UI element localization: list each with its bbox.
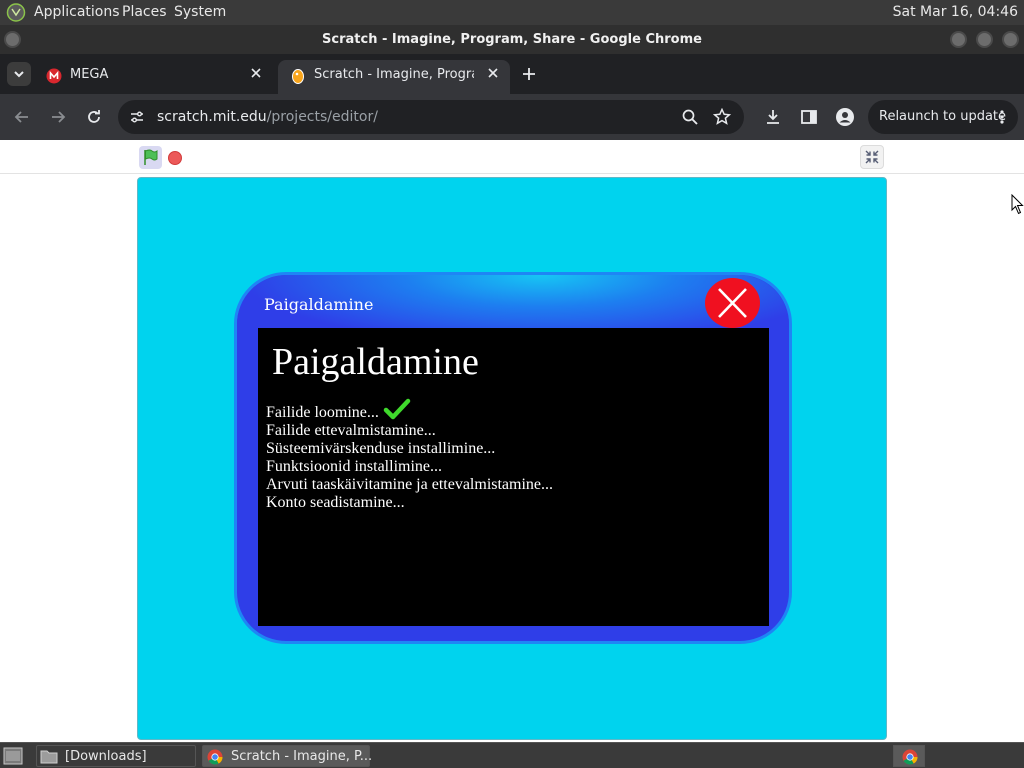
- green-flag-icon: [144, 149, 158, 165]
- folder-icon: [40, 750, 58, 764]
- profile-avatar-icon[interactable]: [835, 107, 855, 127]
- installer-dialog: Paigaldamine Paigaldamine Failide loomin…: [234, 272, 792, 644]
- bookmark-star-icon[interactable]: [713, 108, 731, 126]
- scratch-player-controls: [0, 140, 1024, 174]
- more-vertical-icon[interactable]: [1000, 110, 1004, 124]
- tab-label: MEGA: [70, 67, 109, 82]
- chevron-down-icon: [14, 71, 24, 78]
- list-item: Failide ettevalmistamine...: [266, 422, 436, 439]
- window-title: Scratch - Imagine, Program, Share - Goog…: [322, 32, 702, 47]
- scratch-icon: [292, 69, 304, 84]
- relaunch-to-update-button[interactable]: Relaunch to update: [868, 100, 1018, 134]
- content-heading: Paigaldamine: [272, 341, 479, 383]
- new-tab-plus-icon[interactable]: [519, 64, 539, 84]
- close-icon[interactable]: [486, 66, 500, 80]
- taskbar-item-label: Scratch - Imagine, P...: [231, 749, 373, 764]
- menu-system[interactable]: System: [174, 4, 226, 20]
- show-desktop-icon[interactable]: [3, 747, 23, 765]
- mouse-pointer-icon: [1011, 194, 1024, 215]
- side-panel-icon[interactable]: [799, 107, 819, 127]
- tab-scratch[interactable]: Scratch - Imagine, Program, Share: [278, 60, 510, 94]
- taskbar: [Downloads] Scratch - Imagine, P...: [0, 742, 1024, 768]
- site-settings-icon[interactable]: [129, 109, 145, 125]
- step-label: Failide loomine...: [266, 404, 379, 421]
- tab-label: Scratch - Imagine, Program, Share: [314, 67, 474, 82]
- back-arrow-icon[interactable]: [12, 107, 32, 127]
- menu-places[interactable]: Places: [122, 4, 167, 20]
- dialog-close-button[interactable]: [705, 278, 760, 328]
- url-host: scratch.mit.edu: [157, 109, 267, 125]
- dialog-content: Paigaldamine Failide loomine... Failide …: [258, 328, 769, 626]
- system-clock[interactable]: Sat Mar 16, 04:46: [893, 4, 1018, 20]
- tab-strip: MEGA Scratch - Imagine, Program, Share: [0, 54, 1024, 94]
- minimize-button[interactable]: [950, 31, 967, 48]
- reload-icon[interactable]: [84, 107, 104, 127]
- green-flag-button[interactable]: [139, 146, 162, 169]
- maximize-button[interactable]: [976, 31, 993, 48]
- close-icon[interactable]: [249, 66, 263, 80]
- checkmark-icon: [383, 398, 411, 420]
- list-item: Funktsioonid installimine...: [266, 458, 443, 475]
- scratch-stage[interactable]: Paigaldamine Paigaldamine Failide loomin…: [137, 177, 887, 740]
- taskbar-item-chrome[interactable]: Scratch - Imagine, P...: [202, 745, 373, 767]
- browser-toolbar: scratch.mit.edu/projects/editor/ Relaunc…: [0, 94, 1024, 140]
- tab-mega[interactable]: MEGA: [34, 60, 274, 94]
- list-item: Süsteemivärskenduse installimine...: [266, 440, 496, 457]
- download-icon[interactable]: [763, 107, 783, 127]
- taskbar-item-downloads[interactable]: [Downloads]: [36, 745, 196, 767]
- chrome-icon: [207, 749, 223, 765]
- shrink-arrows-icon: [865, 150, 879, 164]
- install-steps-list: Failide loomine... Failide ettevalmistam…: [266, 398, 553, 512]
- relaunch-label: Relaunch to update: [879, 109, 1007, 124]
- list-item: Arvuti taaskäivitamine ja ettevalmistami…: [266, 476, 554, 493]
- list-item: Failide loomine...: [266, 398, 553, 422]
- close-icon: [718, 288, 747, 318]
- tab-search-button[interactable]: [7, 62, 31, 86]
- address-bar[interactable]: scratch.mit.edu/projects/editor/: [118, 100, 744, 134]
- tray-chrome-launcher[interactable]: [893, 745, 925, 767]
- zoom-magnifier-icon[interactable]: [681, 108, 699, 126]
- chrome-icon: [902, 749, 918, 765]
- forward-arrow-icon[interactable]: [48, 107, 68, 127]
- dialog-title: Paigaldamine: [264, 295, 374, 314]
- url-path: /projects/editor/: [266, 109, 378, 125]
- list-item: Konto seadistamine...: [266, 494, 405, 511]
- distro-logo-icon[interactable]: [6, 3, 26, 22]
- url-text[interactable]: scratch.mit.edu/projects/editor/: [157, 109, 378, 125]
- close-window-button[interactable]: [1002, 31, 1019, 48]
- window-titlebar[interactable]: Scratch - Imagine, Program, Share - Goog…: [0, 25, 1024, 54]
- mega-icon: [46, 68, 62, 84]
- exit-fullscreen-button[interactable]: [860, 145, 884, 169]
- system-panel: Applications Places System Sat Mar 16, 0…: [0, 0, 1024, 25]
- menu-applications[interactable]: Applications: [34, 4, 120, 20]
- stop-button[interactable]: [168, 151, 182, 165]
- taskbar-item-label: [Downloads]: [65, 749, 147, 764]
